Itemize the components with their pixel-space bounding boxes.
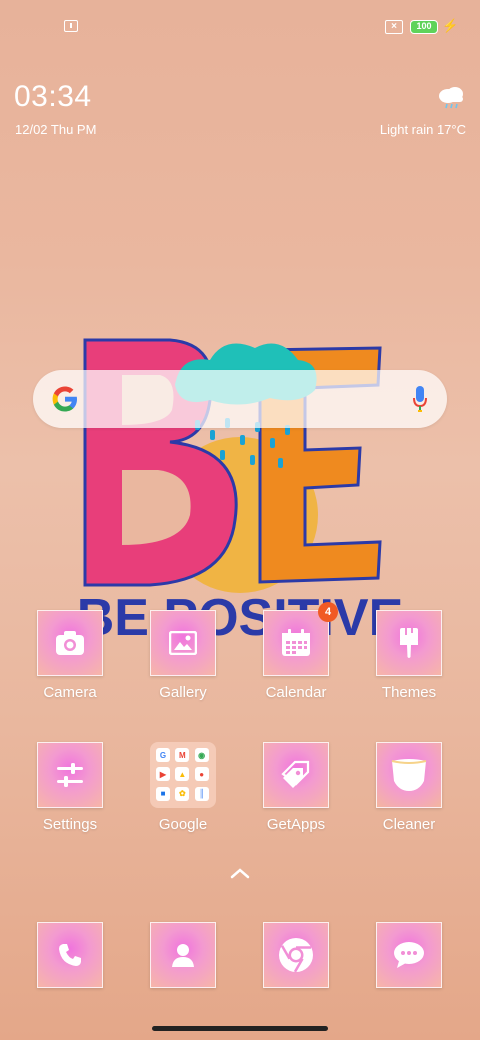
app-label: Themes: [381, 684, 437, 701]
dock-phone[interactable]: [20, 922, 120, 992]
app-label: Gallery: [159, 684, 207, 701]
photos-mini-icon: ✿: [175, 786, 190, 801]
app-cleaner[interactable]: Cleaner: [359, 742, 459, 852]
youtube-mini-icon: ▶: [156, 767, 170, 782]
chrome-icon: [279, 938, 313, 973]
app-label: Google: [158, 816, 208, 833]
google-search-bar[interactable]: [33, 370, 447, 428]
maps-mini-icon: ◉: [194, 748, 209, 762]
duo-mini-icon: ■: [156, 786, 170, 801]
app-label: Calendar: [265, 684, 327, 701]
yt-music-mini-icon: ●: [194, 767, 209, 782]
image-icon: [169, 631, 197, 655]
phone-icon: [59, 944, 81, 966]
app-calendar[interactable]: 4 Calendar: [246, 602, 346, 720]
dock-contacts[interactable]: [133, 922, 233, 992]
themes-app-icon[interactable]: [376, 610, 442, 676]
calendar-app-icon[interactable]: [263, 610, 329, 676]
drive-mini-icon: ▲: [175, 767, 190, 782]
charging-icon: ⚡: [442, 18, 459, 33]
wallpaper-text: BE POSITIVE: [77, 589, 404, 647]
phone-app-icon[interactable]: [37, 922, 103, 988]
google-mini-icon: G: [156, 748, 170, 762]
app-getapps[interactable]: GetApps: [246, 742, 346, 852]
calendar-icon: [282, 629, 310, 656]
app-google-folder[interactable]: G M ◉ ▶ ▲ ● ■ ✿ ║ Google: [133, 742, 233, 852]
app-label: Cleaner: [382, 816, 436, 833]
no-sim-icon: ×: [385, 20, 403, 34]
dock-messages[interactable]: [359, 922, 459, 992]
paintbrush-icon: [400, 628, 418, 658]
folder-icon[interactable]: G M ◉ ▶ ▲ ● ■ ✿ ║: [150, 742, 216, 808]
weather-text[interactable]: Light rain 17°C: [380, 122, 466, 137]
clock-time[interactable]: 03:34: [14, 80, 92, 114]
gallery-app-icon[interactable]: [150, 610, 216, 676]
app-settings[interactable]: Settings: [20, 742, 120, 852]
app-themes[interactable]: Themes: [359, 610, 459, 720]
battery-indicator: 100: [410, 20, 438, 34]
camera-icon: [56, 631, 84, 655]
app-label: GetApps: [266, 816, 326, 833]
chrome-app-icon[interactable]: [263, 922, 329, 988]
dock-chrome[interactable]: [246, 922, 346, 992]
getapps-app-icon[interactable]: [263, 742, 329, 808]
app-label: Settings: [42, 816, 98, 833]
sliders-icon: [57, 763, 83, 787]
cloud-rain-icon[interactable]: [436, 84, 466, 110]
cleaner-app-icon[interactable]: [376, 742, 442, 808]
google-logo-icon: [52, 386, 77, 412]
cleaner-icon: [391, 759, 427, 791]
notification-badge: 4: [318, 602, 338, 622]
app-camera[interactable]: Camera: [20, 610, 120, 720]
clock-date[interactable]: 12/02 Thu PM: [15, 122, 96, 137]
messages-app-icon[interactable]: [376, 922, 442, 988]
tag-icon: [281, 760, 310, 788]
app-gallery[interactable]: Gallery: [133, 610, 233, 720]
podcasts-mini-icon: ║: [194, 786, 209, 801]
chevron-up-icon[interactable]: [228, 866, 252, 880]
message-icon: [394, 942, 424, 968]
contact-icon: [172, 944, 194, 967]
contacts-app-icon[interactable]: [150, 922, 216, 988]
mic-icon[interactable]: [413, 384, 427, 414]
app-label: Camera: [43, 684, 97, 701]
gesture-nav-bar[interactable]: [152, 1026, 328, 1031]
notification-icon: [64, 20, 78, 32]
settings-app-icon[interactable]: [37, 742, 103, 808]
camera-app-icon[interactable]: [37, 610, 103, 676]
gmail-mini-icon: M: [175, 748, 190, 762]
